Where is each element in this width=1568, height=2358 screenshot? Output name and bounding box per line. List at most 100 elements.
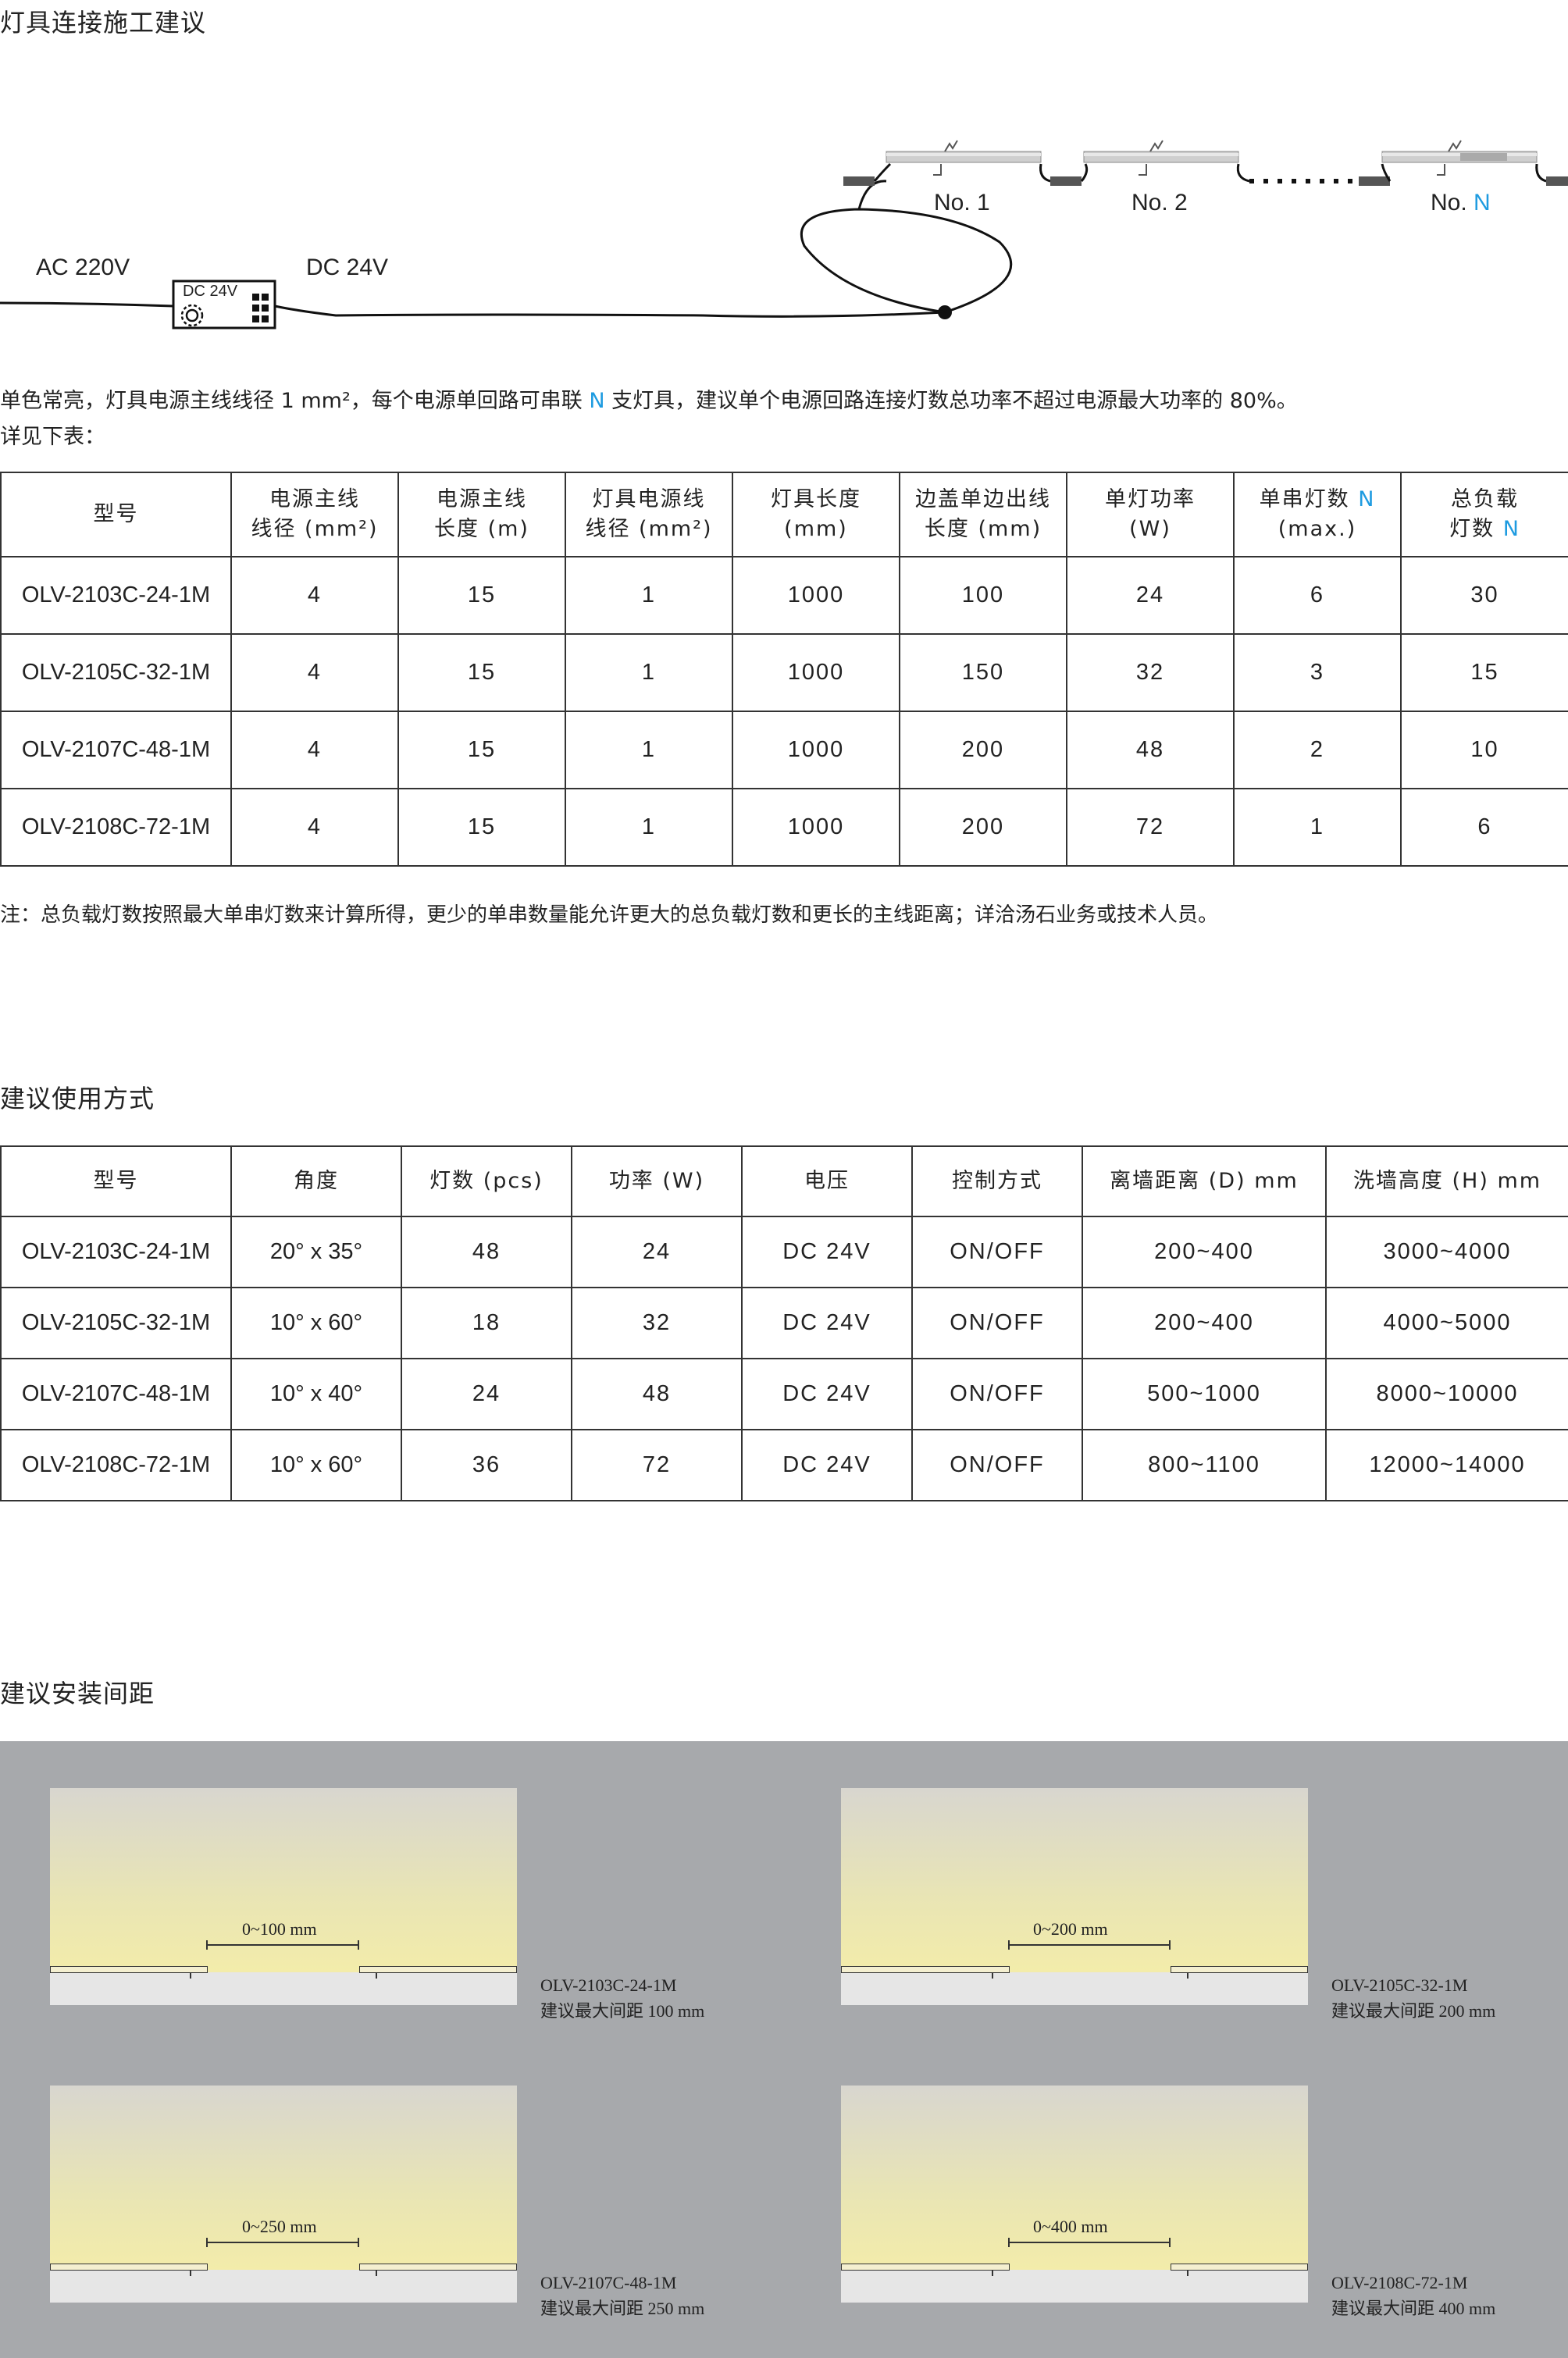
card-desc: 建议最大间距 400 mm [1331,2299,1496,2318]
ac-voltage-label: AC 220V [36,255,130,280]
table-cell: 150 [899,633,1067,712]
table-row: OLV-2103C-24-1M 4 15 1 1000 100 24 6 30 [0,556,1568,635]
fixture-left [50,2264,208,2276]
driver-label: DC 24V [183,283,238,300]
gap-tick-right [358,1940,359,1950]
spacing-card: 0~100 mm OLV-2103C-24-1M 建议最大间距 100 mm [0,1788,781,2022]
table-cell: 6 [1400,788,1568,867]
feed-loop-cable [800,208,1013,314]
header-cell: 洗墙高度 (H) mm [1325,1145,1568,1217]
table-cell: DC 24V [741,1216,913,1288]
table-cell: 4000~5000 [1325,1287,1568,1359]
table-cell: 200 [899,711,1067,789]
table-footnote: 注：总负载灯数按照最大单串灯数来计算所得，更少的单串数量能允许更大的总负载灯数和… [0,903,1219,927]
floor-strip [50,1972,517,2005]
gap-label: 0~100 mm [242,1919,317,1939]
table-row: OLV-2103C-24-1M 20° x 35° 48 24 DC 24V O… [0,1216,1568,1288]
header-cell: 电源主线 长度 (m) [397,472,566,557]
table-cell: 32 [1066,633,1235,712]
floor-strip [841,2270,1308,2303]
header-cell: 灯具电源线 线径 (mm²) [565,472,733,557]
table-cell: ON/OFF [911,1287,1083,1359]
table-cell: 6 [1233,556,1402,635]
header-cell: 角度 [230,1145,402,1217]
table-cell: 1 [565,556,733,635]
wiring-diagram-svg [0,140,1568,329]
gap-label: 0~400 mm [1033,2217,1108,2236]
section-title-connection: 灯具连接施工建议 [0,8,207,37]
table-cell: 2 [1233,711,1402,789]
fixture-n [1381,140,1568,186]
table-cell: 72 [571,1429,743,1501]
connection-note: 单色常亮，灯具电源主线线径 1 mm²，每个电源单回路可串联 N 支灯具，建议单… [0,389,1298,413]
connection-spec-table: 型号 电源主线 线径 (mm²) 电源主线 长度 (m) 灯具电源线 线径 (mm²)… [0,472,1568,867]
header-cell: 边盖单边出线 长度 (mm) [899,472,1067,557]
table-row: OLV-2105C-32-1M 4 15 1 1000 150 32 3 15 [0,633,1568,712]
gap-dimension-line [1010,2242,1169,2243]
floor-strip [50,2270,517,2303]
header-cell: 单灯功率 (W) [1066,472,1235,557]
table-cell: 1000 [732,556,900,635]
spacing-card: 0~250 mm OLV-2107C-48-1M 建议最大间距 250 mm [0,2086,781,2320]
table-cell: 1000 [732,633,900,712]
fixture-right [1171,1966,1308,1979]
header-cell: 灯具长度 (mm) [732,472,900,557]
table-cell: 1000 [732,711,900,789]
table-cell: 10° x 60° [230,1287,402,1359]
table-cell: 800~1100 [1082,1429,1327,1501]
header-cell: 电压 [741,1145,913,1217]
fixture-label-1: No. 1 [934,190,990,215]
table-cell: 15 [397,633,566,712]
table-row: OLV-2108C-72-1M 10° x 60° 36 72 DC 24V O… [0,1429,1568,1501]
table-cell: ON/OFF [911,1358,1083,1430]
header-cell: 型号 [0,1145,232,1217]
fixture-1 [843,140,1051,186]
table-cell: 15 [397,788,566,867]
table-cell: 48 [401,1216,572,1288]
card-model: OLV-2107C-48-1M [540,2273,677,2292]
gap-label: 0~200 mm [1033,1919,1108,1939]
fixture-right [359,1966,517,1979]
gap-label: 0~250 mm [242,2217,317,2236]
table-cell: 1 [565,711,733,789]
table-row: OLV-2107C-48-1M 4 15 1 1000 200 48 2 10 [0,711,1568,789]
driver-terminal-6 [262,315,269,322]
table-cell: 15 [397,711,566,789]
header-cell: 电源主线 线径 (mm²) [230,472,399,557]
table-cell: 10° x 40° [230,1358,402,1430]
table-cell: DC 24V [741,1287,913,1359]
card-desc: 建议最大间距 200 mm [1331,2001,1496,2021]
table-row: OLV-2108C-72-1M 4 15 1 1000 200 72 1 6 [0,788,1568,867]
driver-terminal-2 [262,294,269,301]
wiring-diagram: No. 1 No. 2 No. N AC 220V DC 24V DC 24V [0,117,1568,351]
table-cell: ON/OFF [911,1216,1083,1288]
table-cell: 12000~14000 [1325,1429,1568,1501]
table-cell: 48 [571,1358,743,1430]
model-cell: OLV-2105C-32-1M [0,633,232,712]
driver-terminal-5 [252,315,259,322]
model-cell: OLV-2108C-72-1M [0,1429,232,1501]
gap-tick-right [358,2238,359,2247]
card-desc: 建议最大间距 250 mm [540,2299,705,2318]
usage-spec-table: 型号 角度 灯数 (pcs) 功率 (W) 电压 控制方式 离墙距离 (D) m… [0,1145,1568,1501]
table-cell: 1000 [732,788,900,867]
table-cell: 1 [1233,788,1402,867]
fixture-label-n: No. N [1431,190,1491,215]
ac-input-cable [0,301,174,308]
table-cell: 24 [571,1216,743,1288]
gap-tick-right [1169,1940,1171,1950]
table-cell: 48 [1066,711,1235,789]
table-cell: 10° x 60° [230,1429,402,1501]
model-cell: OLV-2108C-72-1M [0,788,232,867]
table-header-row: 型号 电源主线 线径 (mm²) 电源主线 长度 (m) 灯具电源线 线径 (mm²)… [0,472,1568,557]
table-cell: 100 [899,556,1067,635]
driver-terminal-3 [252,305,259,312]
gap-dimension-line [208,2242,358,2243]
see-table-note: 详见下表： [0,425,105,449]
gap-dimension-line [208,1944,358,1946]
table-cell: 18 [401,1287,572,1359]
card-model: OLV-2108C-72-1M [1331,2273,1468,2292]
table-cell: 4 [230,556,399,635]
header-cell: 总负载 灯数 N [1400,472,1568,557]
card-model: OLV-2105C-32-1M [1331,1975,1468,1995]
